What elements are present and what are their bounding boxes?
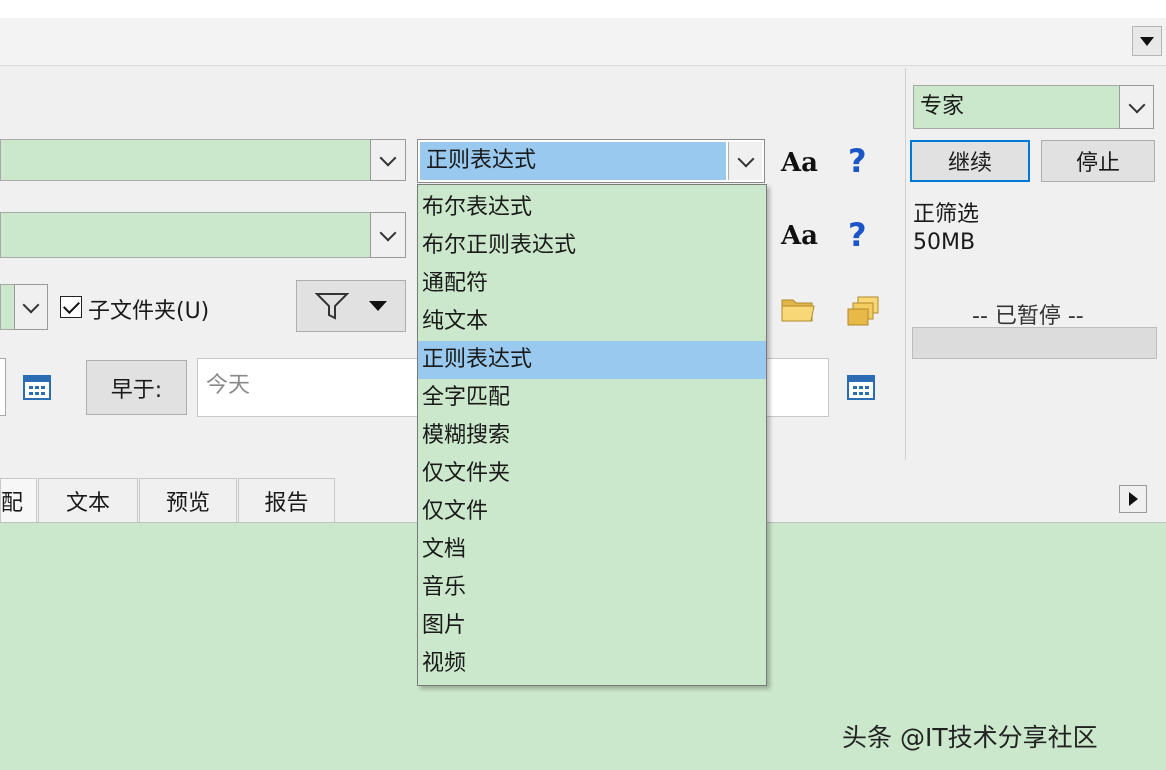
dropdown-option-wildcard[interactable]: 通配符	[418, 265, 766, 303]
depth-dropdown-button[interactable]	[14, 284, 48, 330]
chevron-down-icon	[737, 150, 754, 168]
subfolders-checkbox[interactable]	[60, 296, 82, 318]
search-type-value: 正则表达式	[420, 142, 726, 180]
search-type-select[interactable]: 正则表达式	[417, 139, 765, 183]
size-status: 50MB	[913, 230, 976, 255]
tab-match[interactable]: 配	[0, 478, 37, 522]
dropdown-option-regex[interactable]: 正则表达式	[418, 341, 766, 379]
chevron-down-icon	[379, 149, 397, 167]
calendar-icon[interactable]	[22, 371, 52, 405]
tab-report[interactable]: 报告	[238, 478, 335, 522]
filter-funnel-icon	[314, 293, 350, 320]
date-from-input[interactable]	[0, 358, 6, 416]
tab-scroll-right-button[interactable]	[1119, 485, 1147, 513]
tab-text[interactable]: 文本	[38, 478, 138, 522]
match-case-icon[interactable]: Aa	[781, 148, 818, 178]
stop-button[interactable]: 停止	[1041, 140, 1155, 182]
search-type-dropdown-button[interactable]	[728, 142, 762, 180]
search-text-dropdown-button[interactable]	[370, 139, 406, 181]
dropdown-option-boolean-regex[interactable]: 布尔正则表达式	[418, 227, 766, 265]
dropdown-option-plain-text[interactable]: 纯文本	[418, 303, 766, 341]
dropdown-option-videos[interactable]: 视频	[418, 645, 766, 683]
help-icon[interactable]: ?	[848, 142, 867, 180]
secondary-text-dropdown-button[interactable]	[370, 212, 406, 258]
paused-status: -- 已暂停 --	[972, 304, 1084, 329]
chevron-down-icon	[379, 224, 397, 242]
triangle-right-icon	[1129, 492, 1138, 506]
dropdown-option-documents[interactable]: 文档	[418, 531, 766, 569]
dropdown-option-boolean[interactable]: 布尔表达式	[418, 189, 766, 227]
help-icon-2[interactable]: ?	[848, 216, 867, 254]
multi-folder-icon[interactable]	[846, 294, 882, 332]
dropdown-option-files-only[interactable]: 仅文件	[418, 493, 766, 531]
secondary-text-input[interactable]	[0, 212, 372, 258]
dropdown-option-folders-only[interactable]: 仅文件夹	[418, 455, 766, 493]
earlier-than-button[interactable]: 早于:	[86, 360, 187, 415]
chevron-down-icon	[22, 296, 40, 314]
dropdown-option-pictures[interactable]: 图片	[418, 607, 766, 645]
strip-dropdown-button[interactable]	[1132, 26, 1162, 56]
folder-icon[interactable]	[780, 294, 816, 328]
mode-dropdown-button[interactable]	[1119, 85, 1154, 129]
top-band	[0, 0, 1166, 18]
search-type-dropdown-list: 布尔表达式 布尔正则表达式 通配符 纯文本 正则表达式 全字匹配 模糊搜索 仅文…	[417, 184, 767, 686]
continue-button[interactable]: 继续	[910, 140, 1030, 182]
dropdown-option-whole-word[interactable]: 全字匹配	[418, 379, 766, 417]
calendar-icon-2[interactable]	[846, 371, 876, 405]
subfolders-label: 子文件夹(U)	[88, 299, 210, 324]
dropdown-option-fuzzy[interactable]: 模糊搜索	[418, 417, 766, 455]
mode-select[interactable]: 专家	[913, 85, 1121, 129]
caret-down-icon	[369, 301, 387, 311]
dropdown-option-music[interactable]: 音乐	[418, 569, 766, 607]
tab-preview[interactable]: 预览	[139, 478, 237, 522]
watermark-text: 头条 @IT技术分享社区	[842, 723, 1098, 752]
filter-button[interactable]	[296, 280, 406, 332]
progress-bar	[912, 327, 1157, 359]
chevron-down-icon	[1128, 96, 1145, 114]
search-text-input[interactable]	[0, 139, 372, 181]
path-strip	[0, 18, 1166, 66]
match-case-icon-2[interactable]: Aa	[781, 221, 818, 251]
check-icon	[63, 297, 80, 314]
filter-status: 正筛选	[913, 202, 980, 227]
